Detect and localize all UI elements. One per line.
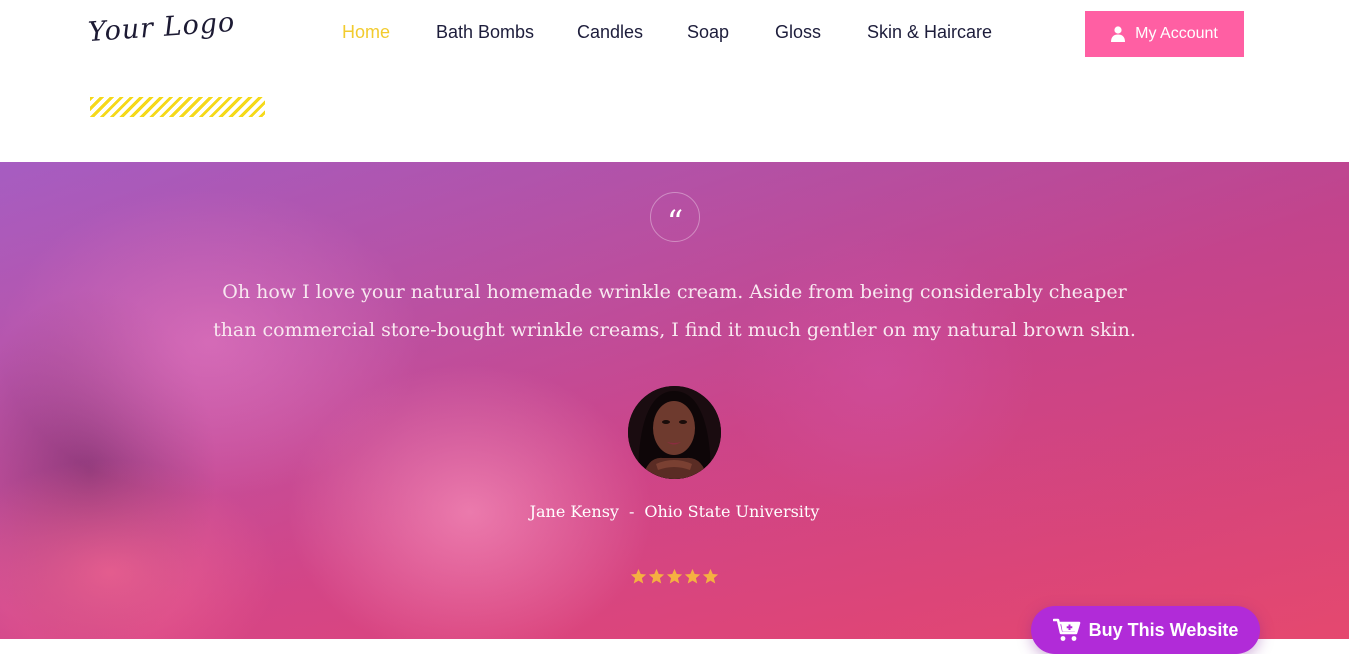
author-name: Jane Kensy bbox=[529, 502, 619, 521]
avatar bbox=[628, 386, 721, 479]
site-header: Your Logo Home Bath Bombs Candles Soap G… bbox=[0, 0, 1349, 162]
avatar-portrait bbox=[628, 386, 721, 479]
quote-icon: “ bbox=[650, 192, 700, 242]
nav-item-skin-haircare[interactable]: Skin & Haircare bbox=[867, 22, 992, 43]
star-icon bbox=[702, 568, 719, 584]
author-organization: Ohio State University bbox=[644, 502, 820, 521]
testimonial-author: Jane Kensy - Ohio State University bbox=[0, 502, 1349, 521]
site-logo[interactable]: Your Logo bbox=[87, 7, 236, 48]
star-icon bbox=[630, 568, 647, 584]
nav-item-gloss[interactable]: Gloss bbox=[775, 22, 821, 43]
testimonial-section: “ Oh how I love your natural homemade wr… bbox=[0, 162, 1349, 639]
testimonial-quote: Oh how I love your natural homemade wrin… bbox=[213, 281, 1136, 341]
nav-item-soap[interactable]: Soap bbox=[687, 22, 729, 43]
my-account-label: My Account bbox=[1135, 25, 1218, 42]
cart-icon bbox=[1052, 618, 1080, 641]
user-icon bbox=[1111, 26, 1126, 42]
buy-button-label: Buy This Website bbox=[1088, 619, 1239, 640]
star-icon bbox=[666, 568, 683, 584]
star-rating bbox=[630, 568, 720, 588]
quote-mark: “ bbox=[666, 203, 684, 241]
my-account-button[interactable]: My Account bbox=[1085, 11, 1244, 57]
nav-item-home[interactable]: Home bbox=[342, 22, 390, 43]
author-separator: - bbox=[628, 502, 635, 521]
star-icon bbox=[648, 568, 665, 584]
nav-item-candles[interactable]: Candles bbox=[577, 22, 643, 43]
decorative-stripe bbox=[90, 97, 265, 117]
star-icon bbox=[684, 568, 701, 584]
nav-item-bath-bombs[interactable]: Bath Bombs bbox=[436, 22, 534, 43]
buy-this-website-button[interactable]: Buy This Website bbox=[1031, 606, 1260, 654]
